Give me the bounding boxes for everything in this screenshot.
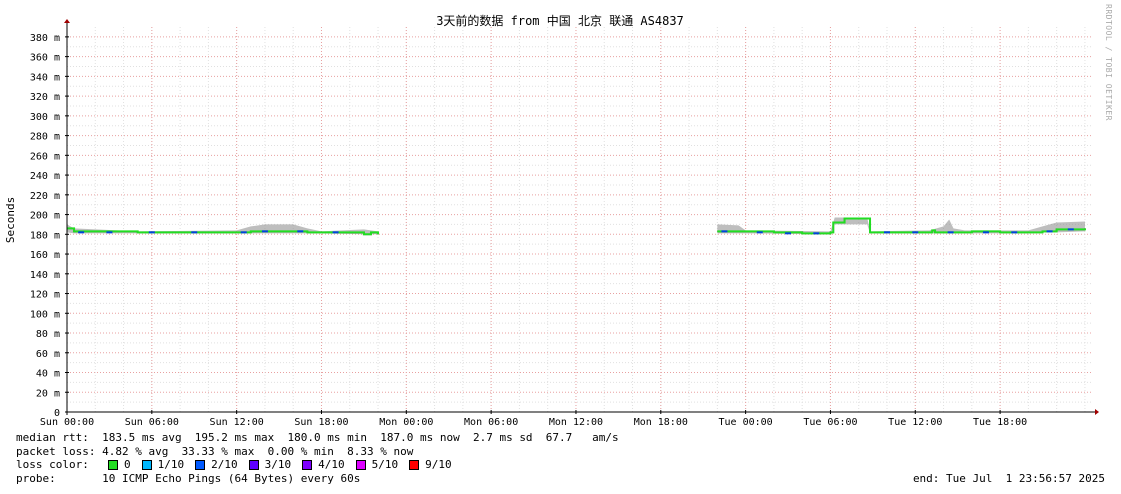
legend-swatch	[248, 459, 259, 470]
legend-item-label: 1/10	[157, 458, 185, 471]
end-time: end: Tue Jul 1 23:56:57 2025	[912, 472, 1105, 485]
legend-label: loss color:	[16, 458, 89, 471]
y-tick-label: 240 m	[30, 171, 60, 182]
y-tick-label: 360 m	[30, 53, 60, 64]
y-tick-label: 140 m	[30, 270, 60, 281]
median-rtt-stats: median rtt: 183.5 ms avg 195.2 ms max 18…	[16, 431, 619, 444]
legend-swatch	[409, 459, 420, 470]
legend-item: 5/10	[355, 458, 399, 471]
legend-item-label: 0	[124, 458, 131, 471]
legend-item-label: 3/10	[264, 458, 292, 471]
x-axis-arrow	[1095, 409, 1099, 415]
y-tick-label: 180 m	[30, 230, 60, 241]
loss-point	[240, 231, 247, 234]
legend-item: 4/10	[302, 458, 345, 471]
legend-item-label: 5/10	[371, 458, 399, 471]
loss-point	[884, 231, 890, 234]
legend-swatch	[355, 459, 366, 470]
y-tick-label: 220 m	[30, 191, 60, 202]
loss-point	[947, 231, 954, 234]
y-tick-label: 380 m	[30, 33, 60, 44]
x-tick-label: Mon 06:00	[464, 417, 518, 428]
loss-point	[1046, 230, 1053, 233]
loss-point	[785, 232, 792, 235]
packet-loss-stats: packet loss: 4.82 % avg 33.33 % max 0.00…	[16, 445, 414, 458]
legend-items: 0 1/10 2/10 3/10 4/10 5/10 9/10	[108, 458, 463, 471]
x-tick-label: Tue 18:00	[973, 417, 1027, 428]
legend-item: 0	[108, 458, 131, 471]
loss-point	[721, 230, 728, 233]
legend-item: 1/10	[141, 458, 185, 471]
loss-point	[106, 231, 113, 234]
loss-point	[332, 231, 339, 234]
x-tick-label: Sun 18:00	[294, 417, 348, 428]
y-tick-label: 120 m	[30, 290, 60, 301]
legend-item: 9/10	[409, 458, 452, 471]
latency-chart: 3天前的数据 from 中国 北京 联通 AS4837 Seconds 020 …	[4, 13, 1099, 428]
y-tick-label: 300 m	[30, 112, 60, 123]
loss-point	[813, 232, 820, 235]
x-tick-label: Tue 06:00	[803, 417, 857, 428]
x-tick-label: Mon 18:00	[634, 417, 688, 428]
loss-point	[297, 230, 304, 233]
legend-item-label: 4/10	[318, 458, 345, 471]
y-tick-label: 80 m	[36, 329, 60, 340]
x-tick-label: Sun 00:00	[40, 417, 94, 428]
y-tick-label: 20 m	[36, 388, 60, 399]
x-tick-labels: Sun 00:00 Sun 06:00 Sun 12:00 Sun 18:00 Mon …	[40, 410, 1027, 428]
loss-point	[148, 231, 155, 234]
y-tick-label: 280 m	[30, 132, 60, 143]
y-axis-arrow	[64, 19, 70, 23]
y-tick-label: 60 m	[36, 349, 60, 360]
y-tick-labels: 020 m40 m60 m80 m100 m120 m140 m160 m180…	[30, 33, 69, 419]
x-tick-label: Mon 00:00	[379, 417, 433, 428]
legend-swatch	[108, 459, 118, 470]
y-tick-label: 40 m	[36, 369, 60, 380]
x-tick-label: Tue 12:00	[888, 417, 942, 428]
y-tick-label: 340 m	[30, 72, 60, 83]
y-tick-label: 100 m	[30, 309, 60, 320]
probe-info: probe: 10 ICMP Echo Pings (64 Bytes) eve…	[16, 472, 361, 485]
legend-swatch	[195, 459, 206, 470]
x-tick-label: Tue 00:00	[719, 417, 773, 428]
loss-point	[261, 230, 268, 233]
grid	[67, 27, 1092, 412]
legend-swatch	[141, 459, 152, 470]
y-tick-label: 260 m	[30, 151, 60, 162]
loss-point	[912, 231, 919, 234]
x-tick-label: Mon 12:00	[549, 417, 603, 428]
legend-item-label: 9/10	[425, 458, 452, 471]
y-tick-label: 160 m	[30, 250, 60, 261]
legend-swatch	[302, 459, 313, 470]
legend-item: 2/10	[195, 458, 238, 471]
y-tick-label: 200 m	[30, 211, 60, 222]
watermark: RRDTOOL / TOBI OETIKER	[1104, 4, 1113, 121]
loss-point	[191, 231, 198, 234]
legend-item-label: 2/10	[211, 458, 238, 471]
x-tick-label: Sun 12:00	[210, 417, 264, 428]
loss-point	[1067, 228, 1074, 231]
chart-title: 3天前的数据 from 中国 北京 联通 AS4837	[436, 13, 684, 28]
x-tick-label: Sun 06:00	[125, 417, 179, 428]
loss-point	[982, 231, 989, 234]
legend-item: 3/10	[248, 458, 292, 471]
y-axis-label: Seconds	[4, 197, 17, 243]
loss-point	[1011, 231, 1018, 234]
loss-point	[756, 231, 763, 234]
loss-point	[78, 231, 85, 234]
loss-color-legend: loss color: 0 1/10 2/10 3/10 4/10 5/10 9/10	[16, 458, 463, 471]
y-tick-label: 320 m	[30, 92, 60, 103]
